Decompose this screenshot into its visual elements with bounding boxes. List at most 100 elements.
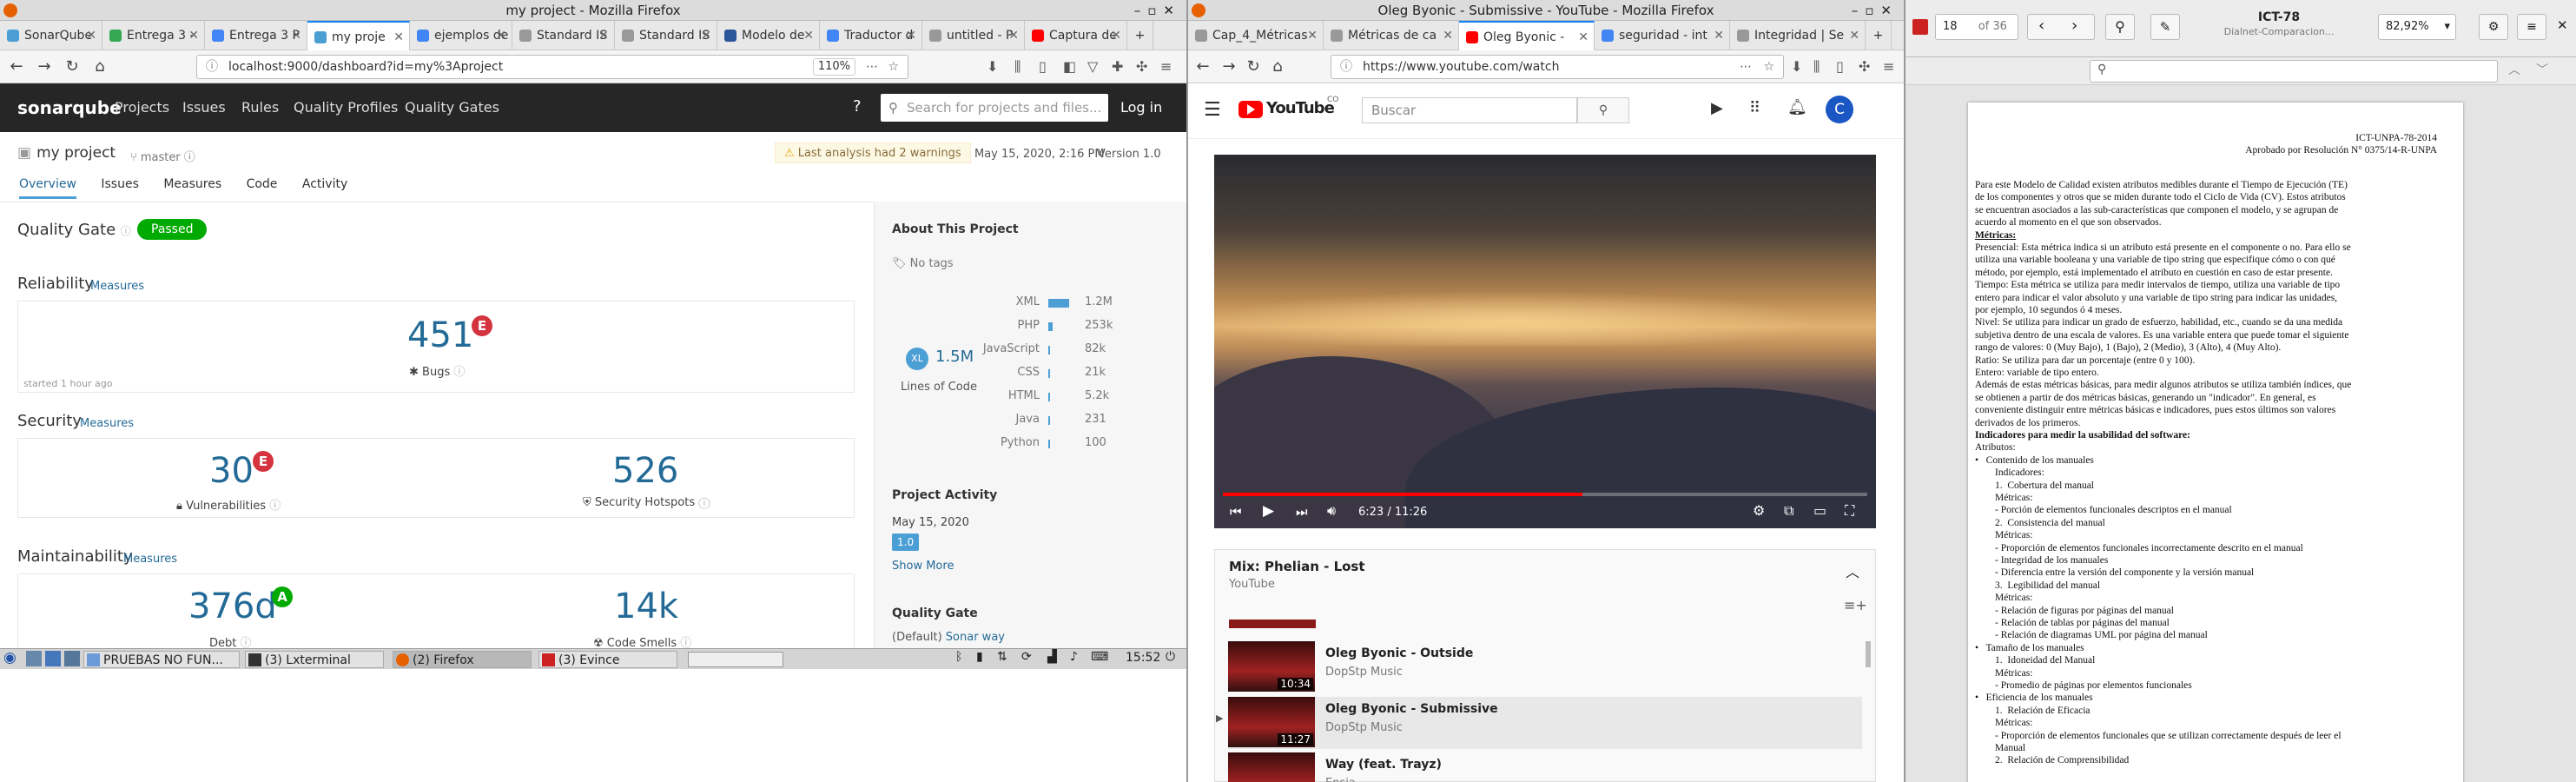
loc-value[interactable]: 1.5M [935, 348, 974, 366]
language-value[interactable]: 100 [1085, 436, 1106, 449]
signal-icon[interactable]: ▟ [1047, 650, 1057, 664]
video-player[interactable]: ⏮ ▶ ⏭ 🔊︎ 6:23 / 11:26 ⚙ ⧉ ▭ ⛶ [1214, 155, 1876, 528]
tab[interactable]: Cap_4_Métricas ✕ [1188, 21, 1324, 50]
video-title[interactable]: Oleg Byonic - Outside [1325, 646, 1473, 660]
tab-close-icon[interactable]: ✕ [1307, 21, 1318, 50]
settings-button[interactable]: ⚙ [2479, 14, 2508, 40]
debt-value[interactable]: 376d [188, 586, 277, 626]
youtube-logo-text[interactable]: YouTube [1266, 99, 1335, 117]
avatar[interactable]: C [1826, 96, 1853, 123]
next-page-icon[interactable]: › [2071, 17, 2077, 35]
bookmark-star-icon[interactable]: ☆ [888, 56, 899, 78]
notifications-bell-icon[interactable]: 🔔︎ [1787, 98, 1807, 116]
playlist-thumbnail[interactable] [1229, 620, 1316, 628]
reader-icon[interactable]: ◧ [1063, 58, 1076, 75]
debt-rating-badge[interactable]: A [272, 586, 293, 607]
desktop-pager[interactable] [688, 652, 783, 667]
language-value[interactable]: 21k [1085, 366, 1106, 379]
nav-issues[interactable]: Issues [182, 99, 226, 116]
video-title[interactable]: Oleg Byonic - Submissive [1325, 702, 1498, 716]
addon-icon[interactable]: ✚ [1112, 58, 1123, 75]
bluetooth-icon[interactable]: ᛒ [955, 650, 962, 664]
tab-close-icon[interactable]: ✕ [1008, 21, 1019, 50]
chevron-up-icon[interactable]: ︿ [1846, 560, 1859, 581]
back-icon[interactable]: ← [1193, 57, 1212, 76]
login-link[interactable]: Log in [1120, 99, 1162, 116]
power-icon[interactable]: ⏻ [1166, 650, 1175, 664]
tab-close-icon[interactable]: ✕ [393, 23, 404, 50]
volume-icon[interactable]: ♪ [1070, 650, 1078, 664]
lock-icon[interactable]: ⓘ [1340, 56, 1352, 78]
bookmark-star-icon[interactable]: ☆ [1763, 56, 1774, 78]
find-previous-icon[interactable]: ︿ [2508, 61, 2520, 78]
tab-close-icon[interactable]: ✕ [291, 21, 301, 50]
help-icon[interactable]: ⓘ [698, 496, 710, 509]
language-value[interactable]: 1.2M [1085, 295, 1113, 308]
library-icon[interactable]: ⫼ [1813, 58, 1820, 76]
help-icon[interactable]: ? [853, 97, 862, 116]
playlist-item[interactable]: 11:27 Oleg Byonic - Submissive DopStp Musi… [1216, 697, 1862, 749]
nav-rules[interactable]: Rules [241, 99, 279, 116]
tab-close-icon[interactable]: ✕ [188, 21, 199, 50]
taskbar-item-firefox[interactable]: (2) Firefox [393, 651, 532, 668]
playlist-scrollbar[interactable] [1866, 641, 1871, 667]
show-more-link[interactable]: Show More [892, 560, 954, 573]
tab-close-icon[interactable]: ✕ [1578, 23, 1589, 50]
tab[interactable]: my proje ✕ [307, 21, 410, 50]
tab-close-icon[interactable]: ✕ [1849, 21, 1859, 50]
zoom-indicator[interactable]: 110% [812, 58, 855, 76]
info-icon[interactable]: ⓘ [206, 56, 218, 78]
warning-banner[interactable]: ⚠ Last analysis had 2 warnings [775, 142, 971, 163]
tab[interactable]: Integridad | Se ✕ [1730, 21, 1866, 50]
page-number-input[interactable]: 18 of 36 [1935, 14, 2018, 40]
find-button[interactable]: ⚲ [2105, 14, 2135, 40]
battery-icon[interactable]: ▮ [976, 650, 983, 664]
tab[interactable]: Standard IS ✕ [615, 21, 717, 50]
extension-icon[interactable]: ▽ [1087, 58, 1098, 75]
branch-help-icon[interactable]: ⓘ [184, 151, 195, 164]
video-thumbnail[interactable] [1228, 752, 1315, 782]
vulnerabilities-rating-badge[interactable]: E [253, 451, 274, 472]
file-manager-icon[interactable] [45, 651, 61, 666]
settings-gear-icon[interactable]: ⚙ [1753, 502, 1765, 519]
hamburger-menu-icon[interactable]: ☰ [1204, 99, 1221, 121]
previous-icon[interactable]: ⏮ [1230, 504, 1242, 520]
fullscreen-icon[interactable]: ⛶ [1845, 502, 1854, 520]
taskbar-item-pruebas[interactable]: PRUEBAS NO FUN... [83, 651, 240, 668]
vulnerabilities-value[interactable]: 30 [209, 451, 254, 491]
language-value[interactable]: 82k [1085, 342, 1106, 355]
url-bar[interactable]: ⓘ https://www.youtube.com/watch ⋯ ☆ [1331, 55, 1784, 79]
bugs-rating-badge[interactable]: E [472, 315, 492, 336]
home-icon[interactable]: ⌂ [90, 57, 109, 76]
home-icon[interactable]: ⌂ [1268, 57, 1287, 76]
new-tab-button[interactable]: + [1127, 21, 1153, 50]
clock[interactable]: 15:52 [1126, 651, 1160, 665]
keyboard-icon[interactable]: ⌨ [1091, 650, 1108, 664]
nav-quality-profiles[interactable]: Quality Profiles [294, 99, 398, 116]
playlist-item[interactable]: Way (feat. Trayz) Ensia [1228, 752, 1862, 782]
addon-icon[interactable]: ✣ [1859, 58, 1870, 75]
subnav-overview[interactable]: Overview [19, 177, 76, 199]
youtube-logo-icon[interactable] [1238, 101, 1263, 118]
tab[interactable]: Oleg Byonic - ✕ [1459, 21, 1595, 50]
video-title[interactable]: Way (feat. Trayz) [1325, 758, 1442, 772]
theater-mode-icon[interactable]: ▭ [1813, 502, 1826, 519]
downloads-icon[interactable]: ⬇ [987, 58, 998, 75]
playlist-item[interactable]: 10:34 Oleg Byonic - Outside DopStp Music [1228, 641, 1862, 693]
tab[interactable]: Modelo de ✕ [717, 21, 820, 50]
tab-close-icon[interactable]: ✕ [906, 21, 916, 50]
start-menu-icon[interactable]: ◉ [3, 649, 17, 666]
video-thumbnail[interactable]: 11:27 [1228, 697, 1315, 747]
video-thumbnail[interactable]: 10:34 [1228, 641, 1315, 692]
nav-quality-gates[interactable]: Quality Gates [405, 99, 499, 116]
forward-icon[interactable]: → [35, 57, 54, 76]
tab-close-icon[interactable]: ✕ [701, 21, 711, 50]
tab-close-icon[interactable]: ✕ [496, 21, 506, 50]
downloads-icon[interactable]: ⬇ [1791, 58, 1802, 75]
reliability-measures-link[interactable]: Measures [90, 280, 144, 293]
project-title[interactable]: ▣ my project [17, 144, 116, 162]
create-video-icon[interactable]: ▶ [1711, 99, 1723, 117]
page-actions-icon[interactable]: ⋯ [866, 56, 878, 78]
previous-page-icon[interactable]: ‹ [2038, 17, 2044, 35]
sonar-search-input[interactable]: ⚲ Search for projects and files... [881, 94, 1108, 122]
